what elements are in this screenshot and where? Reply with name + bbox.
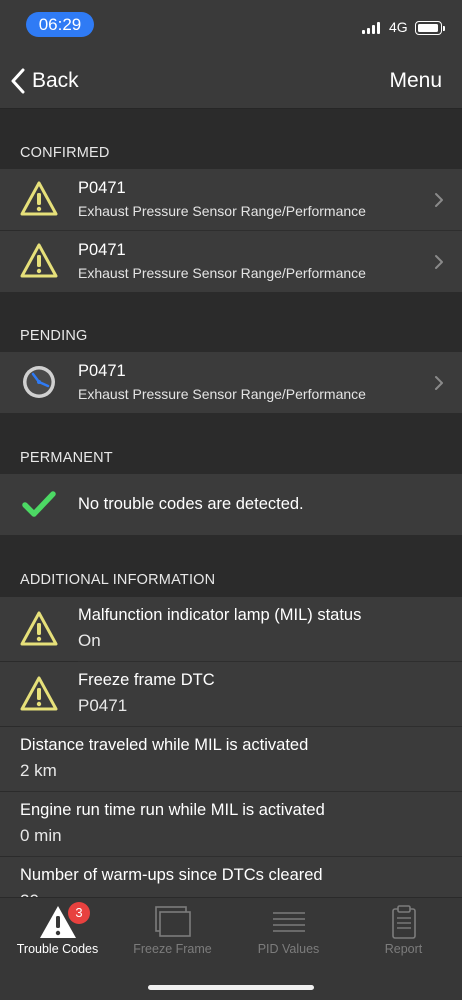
no-codes-message: No trouble codes are detected.: [78, 495, 304, 513]
tab-report[interactable]: Report: [346, 898, 461, 968]
signal-strength-icon: [362, 22, 382, 34]
home-indicator[interactable]: [148, 985, 314, 990]
info-title: Distance traveled while MIL is activated: [20, 736, 309, 754]
info-value: On: [78, 631, 101, 650]
tab-label: PID Values: [257, 942, 320, 956]
dtc-row[interactable]: P0471 Exhaust Pressure Sensor Range/Perf…: [0, 169, 462, 230]
dtc-code: P0471: [78, 179, 126, 197]
dtc-row[interactable]: P0471 Exhaust Pressure Sensor Range/Perf…: [0, 231, 462, 292]
info-value: 0 min: [20, 826, 62, 845]
chevron-right-icon: [435, 255, 443, 269]
info-value: P0471: [78, 696, 128, 715]
tab-label: Trouble Codes: [16, 942, 99, 956]
status-bar: 06:29 4G: [0, 0, 462, 52]
checkmark-icon: [22, 491, 56, 517]
info-row-freeze-frame-dtc: Freeze frame DTC P0471: [0, 662, 462, 726]
back-button[interactable]: Back: [10, 64, 79, 98]
chevron-right-icon: [435, 376, 443, 390]
navigation-bar: Back Menu: [0, 52, 462, 109]
dtc-description: Exhaust Pressure Sensor Range/Performanc…: [78, 265, 366, 281]
battery-icon: [415, 21, 445, 35]
status-time: 06:29: [26, 12, 94, 37]
dtc-row[interactable]: P0471 Exhaust Pressure Sensor Range/Perf…: [0, 352, 462, 413]
warning-icon: [20, 243, 58, 278]
section-header-permanent: PERMANENT: [20, 450, 113, 466]
info-title: Freeze frame DTC: [78, 671, 215, 689]
tab-freeze-frame[interactable]: Freeze Frame: [115, 898, 230, 968]
info-row-distance-mil: Distance traveled while MIL is activated…: [0, 727, 462, 791]
tab-trouble-codes[interactable]: 3 Trouble Codes: [0, 898, 115, 968]
warning-icon: [20, 181, 58, 216]
section-header-pending: PENDING: [20, 328, 88, 344]
network-type: 4G: [389, 19, 408, 35]
dtc-description: Exhaust Pressure Sensor Range/Performanc…: [78, 386, 366, 402]
info-row-engine-run-time-mil: Engine run time run while MIL is activat…: [0, 792, 462, 856]
back-label: Back: [32, 69, 79, 92]
trouble-codes-badge: 3: [68, 902, 90, 924]
info-row-mil-status: Malfunction indicator lamp (MIL) status …: [0, 597, 462, 661]
warning-icon: [20, 611, 58, 646]
list-icon: [273, 912, 305, 932]
tab-pid-values[interactable]: PID Values: [231, 898, 346, 968]
dtc-code: P0471: [78, 241, 126, 259]
dtc-description: Exhaust Pressure Sensor Range/Performanc…: [78, 203, 366, 219]
warning-icon: [20, 676, 58, 711]
chevron-left-icon: [11, 68, 25, 94]
info-title: Number of warm-ups since DTCs cleared: [20, 866, 323, 884]
info-title: Engine run time run while MIL is activat…: [20, 801, 325, 819]
tab-label: Report: [384, 942, 423, 956]
info-row-warm-ups: Number of warm-ups since DTCs cleared 20: [0, 857, 462, 897]
permanent-status-row: No trouble codes are detected.: [0, 474, 462, 535]
section-header-additional-information: ADDITIONAL INFORMATION: [20, 572, 216, 588]
dtc-code: P0471: [78, 362, 126, 380]
chevron-right-icon: [435, 193, 443, 207]
info-title: Malfunction indicator lamp (MIL) status: [78, 606, 362, 624]
menu-button[interactable]: Menu: [389, 69, 442, 93]
trouble-codes-list[interactable]: CONFIRMED P0471 Exhaust Pressure Sensor …: [0, 109, 462, 897]
tab-label: Freeze Frame: [133, 942, 212, 956]
info-value: 2 km: [20, 761, 57, 780]
clock-icon: [23, 366, 55, 398]
section-header-confirmed: CONFIRMED: [20, 145, 110, 161]
clipboard-icon: [392, 905, 416, 939]
stacked-frames-icon: [155, 906, 191, 937]
